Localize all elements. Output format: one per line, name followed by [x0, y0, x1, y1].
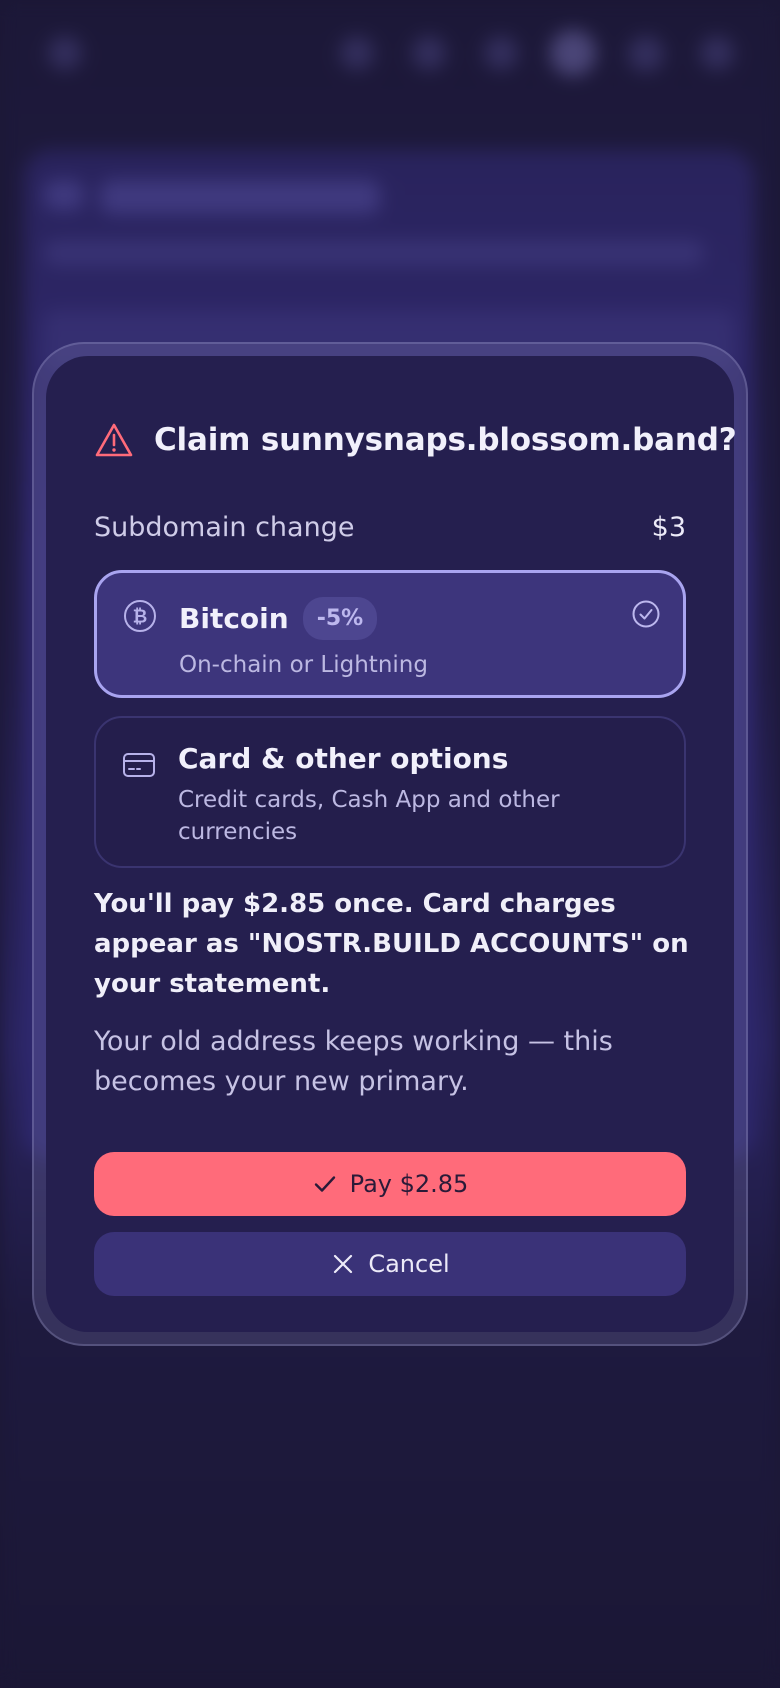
option-header: Card & other options [178, 742, 508, 775]
check-circle-icon [632, 600, 660, 628]
discount-badge: -5% [302, 597, 378, 640]
claim-dialog: Claim sunnysnaps.blossom.band? Subdomain… [46, 356, 737, 1332]
blurred-nav-icon [700, 36, 734, 70]
blurred-menu-icon [48, 36, 82, 70]
dialog-frame: Claim sunnysnaps.blossom.band? Subdomain… [32, 342, 748, 1346]
cancel-button[interactable]: Cancel [94, 1232, 686, 1296]
credit-card-icon [123, 753, 155, 777]
blurred-nav-icon [628, 36, 664, 72]
svg-text:₿: ₿ [133, 607, 148, 628]
close-icon [334, 1254, 353, 1274]
blurred-nav-icon [340, 36, 374, 70]
blurred-nav-icon [484, 36, 518, 70]
change-label: Subdomain change [94, 512, 355, 543]
blurred-shape [100, 180, 380, 214]
payment-option-bitcoin[interactable]: ₿ Bitcoin -5% On-chain or Lightning [94, 570, 686, 698]
old-address-note: Your old address keeps working — this be… [94, 1026, 613, 1097]
option-subtitle: On-chain or Lightning [179, 652, 428, 678]
subdomain-change-row: Subdomain change $3 [94, 512, 686, 543]
option-title: Bitcoin [179, 602, 289, 635]
check-icon [314, 1176, 335, 1192]
change-price: $3 [651, 512, 686, 543]
dialog-title: Claim sunnysnaps.blossom.band? [154, 422, 737, 458]
payment-option-card[interactable]: Card & other options Credit cards, Cash … [94, 716, 686, 868]
blurred-top-bar [0, 0, 780, 110]
warning-icon [95, 423, 133, 457]
option-header: Bitcoin -5% [179, 597, 378, 640]
screen: Claim sunnysnaps.blossom.band? Subdomain… [0, 0, 780, 1688]
blurred-avatar [550, 30, 596, 76]
option-title: Card & other options [178, 742, 509, 775]
blurred-nav-icon [412, 36, 446, 70]
payment-note: You'll pay $2.85 once. Card charges appe… [94, 889, 689, 999]
blurred-shape [44, 240, 704, 266]
option-subtitle: Credit cards, Cash App and other currenc… [178, 787, 560, 845]
dialog-header: Claim sunnysnaps.blossom.band? [94, 422, 737, 458]
blurred-shape [44, 180, 84, 210]
cancel-button-label: Cancel [368, 1250, 450, 1278]
pay-button[interactable]: Pay $2.85 [94, 1152, 686, 1216]
pay-button-label: Pay $2.85 [349, 1170, 469, 1198]
bitcoin-icon: ₿ [124, 600, 156, 632]
